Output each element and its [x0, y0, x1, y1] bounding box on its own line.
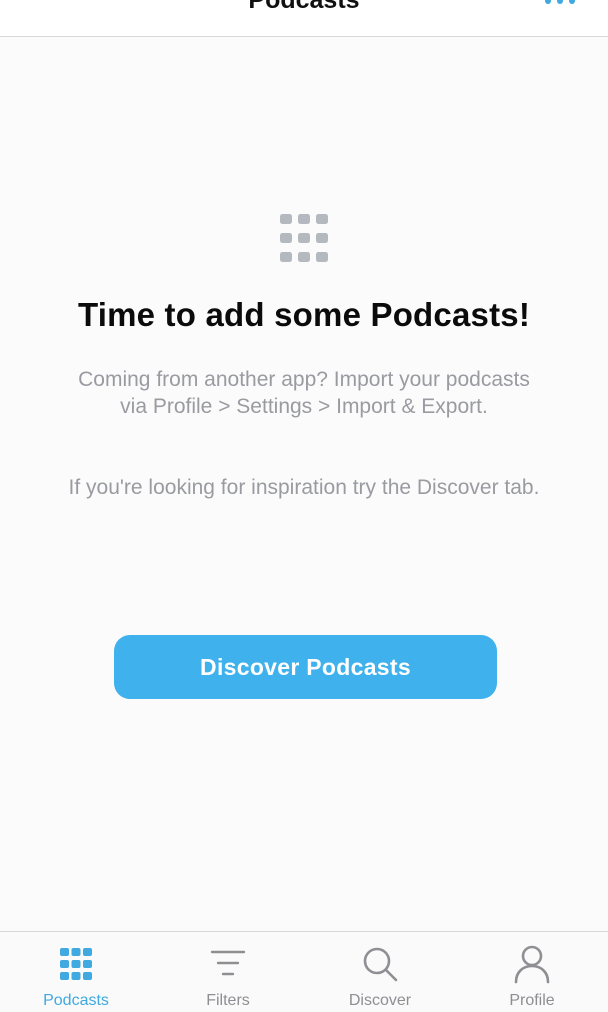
empty-state-hint: If you're looking for inspiration try th…: [68, 476, 540, 499]
tab-label: Filters: [206, 992, 250, 1009]
search-icon: [363, 947, 398, 982]
page-title: Podcasts: [248, 0, 360, 14]
grid-icon: [60, 948, 92, 980]
tab-label: Podcasts: [43, 992, 109, 1009]
tab-discover[interactable]: Discover: [304, 932, 456, 1012]
more-icon[interactable]: [542, 0, 578, 8]
tab-bar: Podcasts Filters Discover Profile: [0, 931, 608, 1012]
description-line: via Profile > Settings > Import & Export…: [120, 395, 488, 418]
tab-profile[interactable]: Profile: [456, 932, 608, 1012]
grid-icon: [280, 214, 328, 262]
discover-podcasts-button[interactable]: Discover Podcasts: [114, 635, 497, 699]
podcasts-screen: Podcasts Time to add some Podcasts! Comi…: [0, 0, 608, 1012]
tab-filters[interactable]: Filters: [152, 932, 304, 1012]
empty-state-title: Time to add some Podcasts!: [77, 296, 531, 333]
filter-icon: [210, 950, 246, 976]
tab-podcasts[interactable]: Podcasts: [0, 932, 152, 1012]
profile-icon: [514, 945, 550, 984]
description-line: Coming from another app? Import your pod…: [78, 368, 530, 391]
tab-label: Profile: [509, 992, 555, 1009]
empty-state-description: Coming from another app? Import your pod…: [40, 366, 568, 420]
tab-label: Discover: [348, 992, 412, 1009]
nav-header: Podcasts: [0, 0, 608, 37]
